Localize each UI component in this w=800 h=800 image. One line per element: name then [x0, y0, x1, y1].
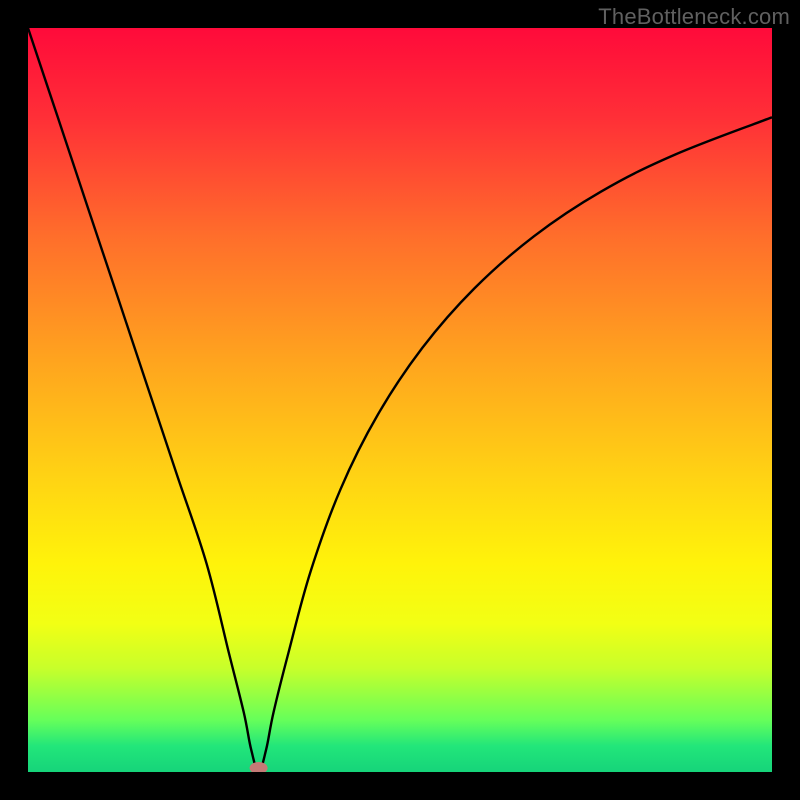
chart-frame [28, 28, 772, 772]
watermark-text: TheBottleneck.com [598, 4, 790, 30]
bottleneck-chart [28, 28, 772, 772]
chart-background [28, 28, 772, 772]
